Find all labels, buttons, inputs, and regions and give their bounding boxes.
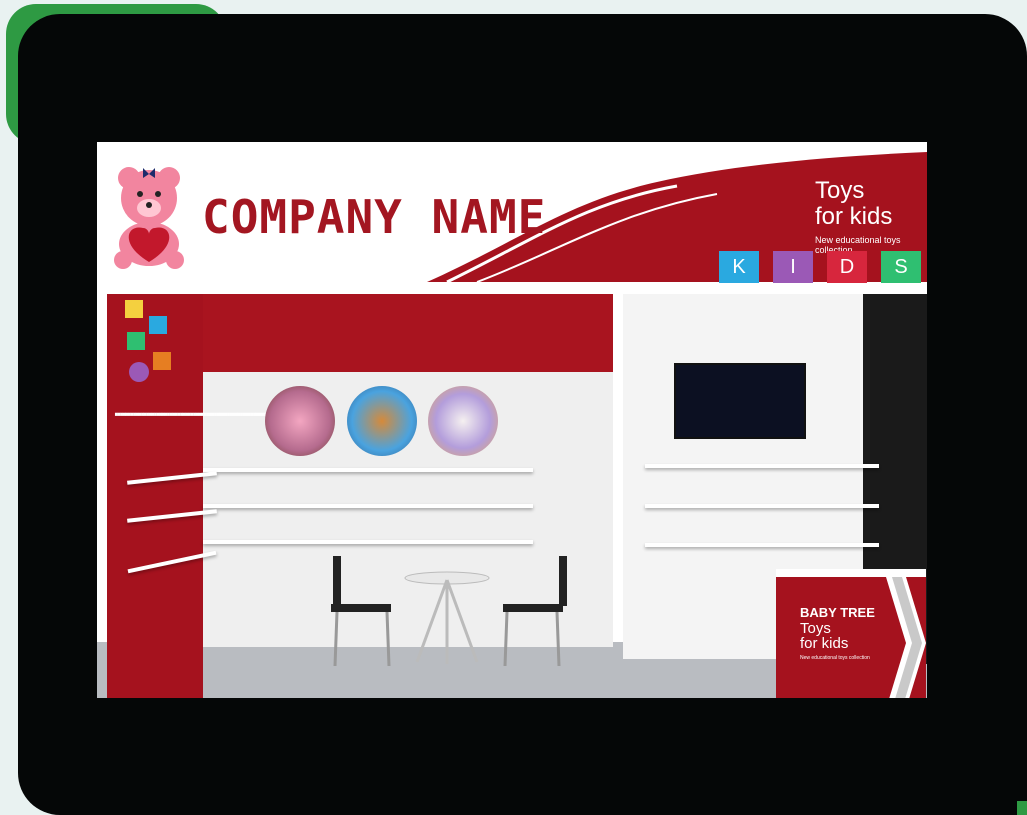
kids-block-d: D	[827, 251, 867, 283]
green-corner-decoration	[1017, 801, 1027, 815]
toy-photo-3	[428, 386, 498, 456]
toy-photo-1	[265, 386, 335, 456]
counter-brand: BABY TREE	[800, 605, 875, 620]
counter-line2: for kids	[800, 635, 849, 652]
kids-block-k: K	[719, 251, 759, 283]
table-and-chairs-icon	[331, 556, 567, 667]
counter-line1: Toys	[800, 620, 831, 637]
back-shelf-3	[203, 540, 533, 544]
teddy-bear-logo-icon	[114, 167, 184, 269]
booth-scene: COMPANY NAME Toys for kids New education…	[97, 142, 927, 698]
back-shelf-1	[203, 468, 533, 472]
counter-toys-text: Toys for kids	[800, 621, 848, 651]
chevron-right-icon	[886, 577, 926, 698]
right-shelf-3	[645, 543, 879, 547]
tv-content	[676, 365, 804, 373]
toys-line1: Toys	[815, 177, 865, 204]
toy-photo-2	[347, 386, 417, 456]
toys-line2: for kids	[815, 203, 893, 230]
back-wall-red-band	[203, 294, 613, 372]
booth-header: COMPANY NAME Toys for kids New education…	[97, 142, 927, 283]
company-name: COMPANY NAME	[202, 190, 547, 244]
kids-block-s: S	[881, 251, 921, 283]
back-shelf-2	[203, 504, 533, 508]
toy-art-icon	[125, 300, 171, 382]
wall-paragraph-placeholder: ▆▆▆▆▆▆▆▆▆▆▆▆▆▆▆▆▆▆▆▆▆▆▆▆▆▆▆▆▆▆▆▆▆▆▆▆▆▆▆▆…	[115, 412, 318, 417]
toys-for-kids-title: Toys for kids	[815, 178, 892, 230]
counter-subtitle: New educational toys collection	[800, 655, 870, 661]
kids-block-i: I	[773, 251, 813, 283]
right-shelf-2	[645, 504, 879, 508]
right-shelf-1	[645, 464, 879, 468]
tv-screen	[674, 363, 806, 439]
